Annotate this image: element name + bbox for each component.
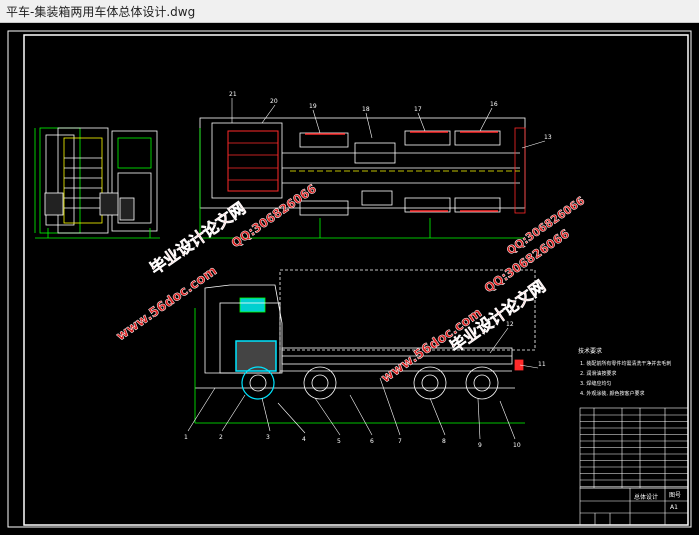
window-titlebar: 平车-集装箱两用车体总体设计.dwg bbox=[0, 0, 699, 23]
tech-requirements: 技术要求 1. 装配前所有零件均需清洗干净并去毛刺 2. 润滑油按要求 3. 焊… bbox=[578, 347, 671, 397]
part-number-label: 19 bbox=[309, 103, 317, 110]
tech-note: 1. 装配前所有零件均需清洗干净并去毛刺 bbox=[580, 360, 671, 367]
tech-note: 4. 外观涂装, 颜色按客户要求 bbox=[580, 390, 645, 397]
part-number-label: 5 bbox=[337, 438, 341, 445]
part-number-label: 21 bbox=[229, 91, 237, 98]
part-number-label: 11 bbox=[538, 361, 546, 368]
tech-notes-title: 技术要求 bbox=[578, 347, 602, 355]
title-block-sheet: A1 bbox=[670, 504, 678, 511]
tech-note: 2. 润滑油按要求 bbox=[580, 370, 616, 377]
part-number-label: 18 bbox=[362, 106, 370, 113]
part-number-label: 12 bbox=[506, 321, 514, 328]
part-number-label: 2 bbox=[219, 434, 223, 441]
part-number-label: 13 bbox=[544, 134, 552, 141]
part-number-label: 1 bbox=[184, 434, 188, 441]
part-number-label: 3 bbox=[266, 434, 270, 441]
part-number-label: 17 bbox=[414, 106, 422, 113]
front-view bbox=[34, 127, 160, 239]
title-block-doc-no: 图号 bbox=[669, 492, 681, 499]
part-number-label: 4 bbox=[302, 436, 306, 443]
side-view bbox=[194, 269, 536, 424]
cad-drawing-canvas[interactable]: 1 2 3 4 5 6 7 8 9 10 11 12 13 16 17 18 19 20 21 技术要求 1. 装配… bbox=[0, 23, 699, 531]
part-number-label: 9 bbox=[478, 442, 482, 449]
part-number-label: 6 bbox=[370, 438, 374, 445]
watermark-text: www.56doc.com bbox=[114, 264, 220, 345]
inner-frame bbox=[23, 34, 689, 526]
watermark-layer: 毕业设计论文网 QQ:306826066 www.56doc.com www.5… bbox=[113, 181, 587, 386]
part-number-label: 8 bbox=[442, 438, 446, 445]
tech-note: 3. 焊缝应均匀 bbox=[580, 380, 611, 387]
outer-border bbox=[7, 30, 692, 528]
part-number-label: 20 bbox=[270, 98, 278, 105]
part-number-label: 10 bbox=[513, 442, 521, 449]
title-block-name: 总体设计 bbox=[634, 493, 658, 501]
window-title: 平车-集装箱两用车体总体设计.dwg bbox=[6, 5, 196, 19]
parts-list-table bbox=[579, 407, 689, 489]
part-number-label: 16 bbox=[490, 101, 498, 108]
top-view bbox=[199, 117, 526, 239]
part-number-label: 7 bbox=[398, 438, 402, 445]
